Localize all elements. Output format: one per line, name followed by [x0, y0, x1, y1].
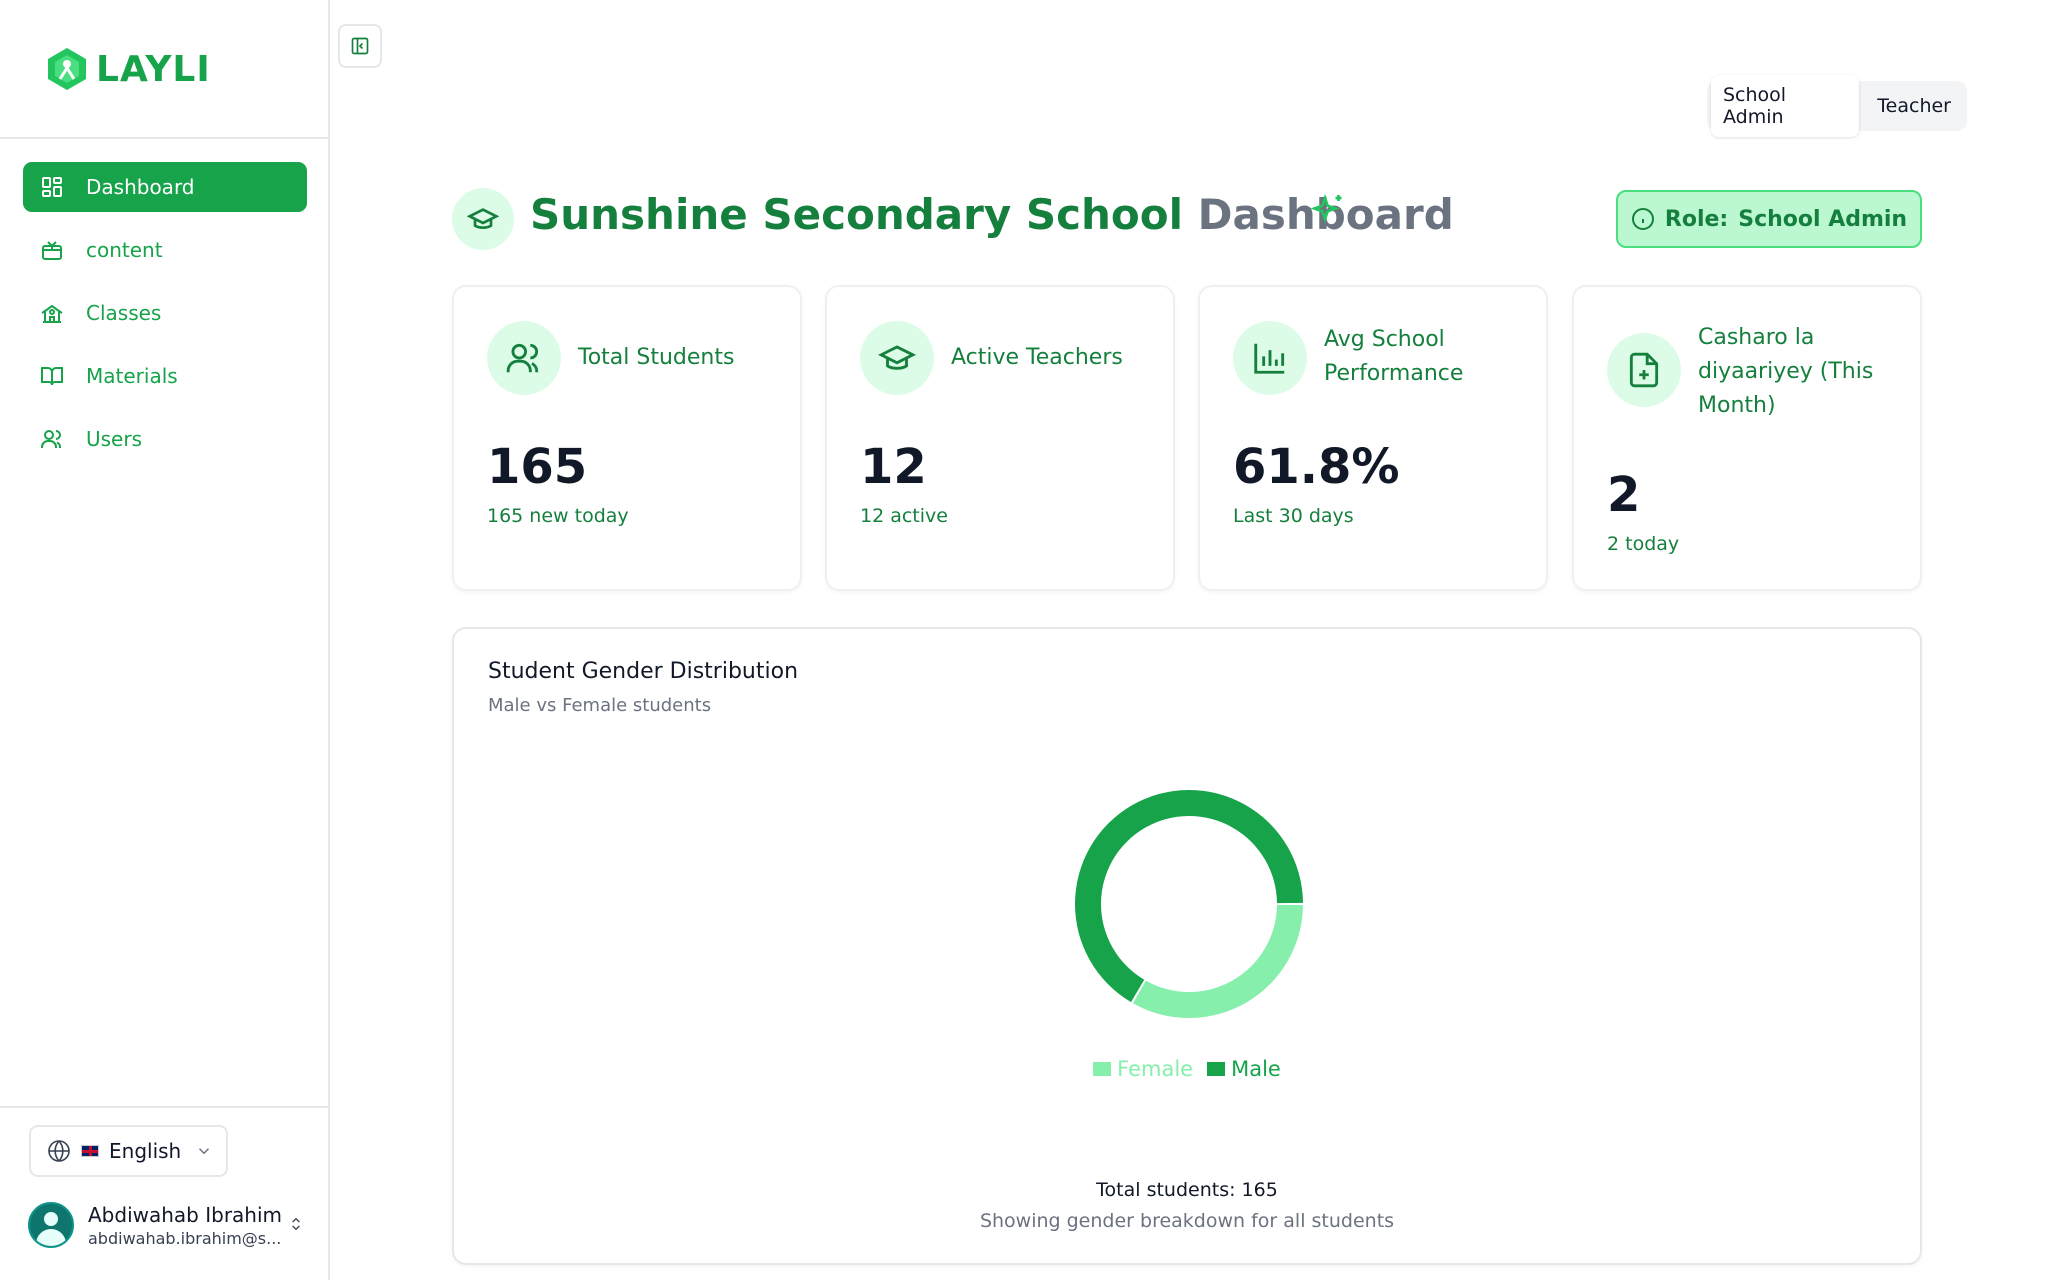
- sparkles-icon: [1310, 193, 1342, 224]
- sidebar-item-label: content: [86, 238, 163, 262]
- legend-label: Female: [1117, 1057, 1194, 1081]
- role-option-school-admin[interactable]: School Admin: [1711, 75, 1860, 137]
- chart-total: Total students: 165: [1096, 1179, 1278, 1201]
- stat-sub: Last 30 days: [1233, 505, 1354, 527]
- uk-flag-icon: [81, 1145, 99, 1157]
- sidebar-item-label: Classes: [86, 301, 162, 325]
- stat-card-active-teachers: Active Teachers 12 12 active: [825, 285, 1175, 591]
- stat-value: 2: [1607, 467, 1641, 523]
- bar-chart-icon: [1233, 321, 1307, 395]
- stat-value: 61.8%: [1233, 439, 1400, 495]
- sidebar-item-dashboard[interactable]: Dashboard: [23, 162, 307, 212]
- user-name: Abdiwahab Ibrahim: [88, 1202, 283, 1227]
- sidebar-item-label: Dashboard: [86, 175, 195, 199]
- legend-swatch: [1207, 1062, 1226, 1076]
- chart-subtitle: Male vs Female students: [488, 695, 712, 716]
- chevrons-up-down-icon: [292, 1217, 300, 1231]
- stat-card-total-students: Total Students 165 165 new today: [452, 285, 802, 591]
- role-switch: School Admin Teacher: [1707, 75, 1967, 137]
- chart-legend: Female Male: [454, 1057, 1920, 1081]
- logo-mark-icon: [48, 48, 86, 90]
- legend-swatch: [1093, 1062, 1112, 1076]
- role-badge-prefix: Role:: [1664, 206, 1729, 232]
- stat-card-lessons-prepared: Casharo la diyaariyey (This Month) 2 2 t…: [1572, 285, 1922, 591]
- sidebar-divider: [0, 137, 328, 139]
- sidebar-item-users[interactable]: Users: [23, 414, 307, 464]
- stat-card-avg-performance: Avg School Performance 61.8% Last 30 day…: [1198, 285, 1548, 591]
- stat-sub: 2 today: [1607, 533, 1680, 555]
- school-building-icon: [40, 301, 64, 325]
- role-badge: Role: School Admin: [1616, 190, 1922, 248]
- panel-left-icon: [351, 37, 369, 55]
- gender-donut-chart: [1075, 790, 1303, 1018]
- gender-distribution-card: Student Gender Distribution Male vs Fema…: [452, 627, 1922, 1265]
- dashboard-grid-icon: [40, 175, 64, 199]
- sidebar: LAYLI Dashboard content Classes Material…: [0, 0, 330, 1280]
- stat-label: Casharo la diyaariyey (This Month): [1698, 325, 1874, 418]
- sidebar-item-content[interactable]: content: [23, 225, 307, 275]
- stat-value: 165: [487, 439, 588, 495]
- sidebar-nav: Dashboard content Classes Materials User…: [23, 162, 307, 477]
- sidebar-item-classes[interactable]: Classes: [23, 288, 307, 338]
- sidebar-item-label: Materials: [86, 364, 178, 388]
- users-icon: [487, 321, 561, 395]
- graduation-cap-icon: [452, 188, 514, 250]
- sidebar-divider: [0, 1106, 328, 1108]
- chart-note: Showing gender breakdown for all student…: [979, 1210, 1395, 1232]
- sidebar-toggle-button[interactable]: [338, 24, 382, 68]
- legend-item-female[interactable]: Female: [1093, 1057, 1193, 1081]
- user-menu[interactable]: Abdiwahab Ibrahim abdiwahab.ibrahim@s...: [28, 1202, 304, 1248]
- language-selector[interactable]: English: [29, 1125, 228, 1177]
- avatar: [28, 1202, 74, 1248]
- user-email: abdiwahab.ibrahim@s...: [88, 1228, 282, 1248]
- legend-label: Male: [1231, 1057, 1281, 1081]
- legend-item-male[interactable]: Male: [1207, 1057, 1281, 1081]
- globe-icon: [48, 1140, 70, 1162]
- stat-label: Total Students: [578, 345, 735, 370]
- file-plus-icon: [1607, 333, 1681, 407]
- sidebar-item-materials[interactable]: Materials: [23, 351, 307, 401]
- stat-label: Active Teachers: [951, 345, 1123, 370]
- stat-sub: 12 active: [860, 505, 948, 527]
- role-option-teacher[interactable]: Teacher: [1865, 86, 1963, 126]
- brand-logo[interactable]: LAYLI: [44, 46, 211, 92]
- stat-sub: 165 new today: [487, 505, 629, 527]
- donut-slice-female[interactable]: [1132, 904, 1303, 1018]
- stat-value: 12: [860, 439, 927, 495]
- sidebar-item-label: Users: [86, 427, 143, 451]
- info-icon: [1631, 208, 1654, 230]
- content-box-icon: [40, 238, 64, 262]
- brand-name: LAYLI: [96, 48, 211, 90]
- book-open-icon: [40, 364, 64, 388]
- role-badge-value: School Admin: [1738, 206, 1908, 232]
- chevron-down-icon: [199, 1148, 210, 1155]
- stat-label: Avg School Performance: [1324, 327, 1464, 386]
- language-label: English: [109, 1139, 182, 1163]
- chart-title: Student Gender Distribution: [488, 659, 799, 684]
- school-name: Sunshine Secondary School: [530, 190, 1184, 239]
- users-icon: [40, 427, 64, 451]
- graduation-cap-icon: [860, 321, 934, 395]
